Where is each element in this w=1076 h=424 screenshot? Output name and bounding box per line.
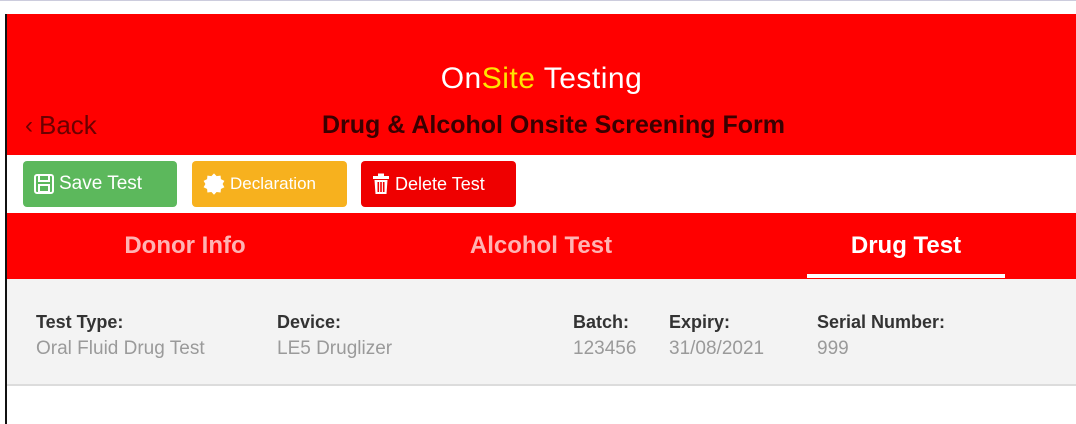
device-label: Device: (277, 312, 342, 332)
tab-donor-info[interactable]: Donor Info (7, 213, 363, 279)
app-header: OnSite Testing ‹ Back Drug & Alcohol Ons… (7, 14, 1076, 155)
brand-logo-on: On (440, 62, 482, 95)
floppy-disk-icon (34, 174, 54, 194)
brand-logo-site: Site (481, 62, 536, 95)
device-field: Device: LE5 Druglizer (277, 312, 392, 360)
serial-number-label: Serial Number: (817, 312, 946, 332)
test-info-panel: Test Type: Oral Fluid Drug Test Device: … (7, 279, 1076, 386)
expiry-field: Expiry: 31/08/2021 (669, 312, 764, 360)
save-test-button[interactable]: Save Test (23, 161, 177, 207)
save-test-label: Save Test (59, 173, 143, 194)
batch-label: Batch: (573, 312, 630, 332)
device-value: LE5 Druglizer (277, 338, 393, 359)
delete-test-label: Delete Test (395, 173, 485, 194)
window-top-strip (0, 0, 1076, 14)
serial-number-value: 999 (817, 338, 849, 359)
batch-field: Batch: 123456 (573, 312, 636, 360)
page-title: Drug & Alcohol Onsite Screening Form (321, 111, 785, 139)
tab-bar: Donor Info Alcohol Test Drug Test (7, 213, 1076, 279)
declaration-button[interactable]: Declaration (192, 161, 347, 207)
tab-alcohol-test[interactable]: Alcohol Test (363, 213, 719, 279)
expiry-value: 31/08/2021 (669, 338, 765, 359)
delete-test-button[interactable]: Delete Test (361, 161, 516, 207)
declaration-label: Declaration (230, 174, 316, 193)
test-type-value: Oral Fluid Drug Test (36, 338, 205, 359)
active-tab-indicator (807, 274, 1005, 278)
app-window: OnSite Testing ‹ Back Drug & Alcohol Ons… (0, 0, 1076, 424)
brand-logo: OnSite Testing (7, 62, 1076, 96)
test-type-label: Test Type: (36, 312, 124, 332)
tab-drug-test[interactable]: Drug Test (807, 213, 1005, 279)
trash-icon (373, 173, 389, 194)
batch-value: 123456 (573, 338, 637, 359)
brand-logo-testing: Testing (535, 62, 643, 95)
badge-icon (203, 173, 225, 195)
serial-number-field: Serial Number: 999 (817, 312, 945, 360)
test-type-field: Test Type: Oral Fluid Drug Test (36, 312, 205, 360)
expiry-label: Expiry: (669, 312, 731, 332)
action-toolbar: Save Test Declaration Delete Test (7, 155, 1076, 213)
